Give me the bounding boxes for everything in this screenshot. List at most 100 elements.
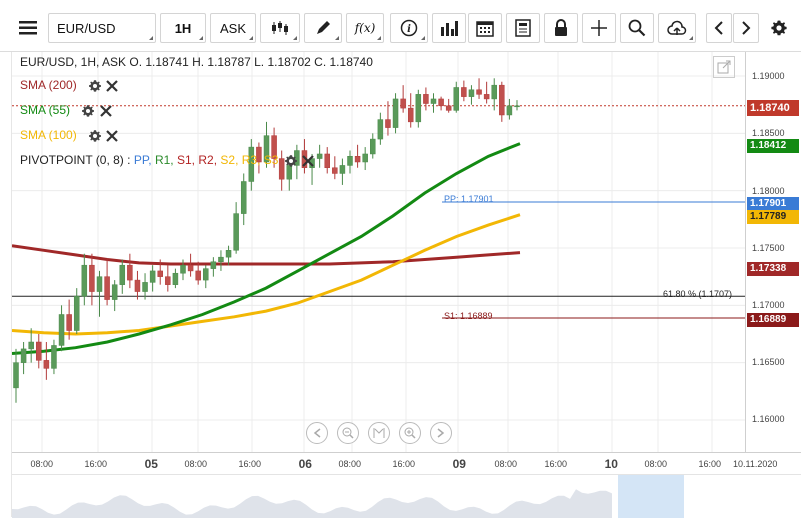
- symbol-label: EUR/USD: [57, 20, 116, 36]
- left-resize-strip[interactable]: [0, 52, 12, 517]
- gear-icon[interactable]: [81, 104, 95, 118]
- calendar-icon: [476, 21, 494, 37]
- gear-icon: [771, 20, 787, 36]
- navigator-chart[interactable]: [12, 475, 801, 518]
- crosshair-button[interactable]: [582, 13, 616, 43]
- external-window-icon: [717, 60, 731, 74]
- candle-body: [499, 84, 505, 116]
- price-type-selector[interactable]: ASK: [210, 13, 256, 43]
- candle-body: [36, 341, 42, 361]
- candle-body: [66, 314, 72, 331]
- pivot-colon: :: [127, 153, 134, 167]
- time-tick: 08:00: [494, 459, 518, 469]
- price-axis[interactable]: 1.19000 1.18500 1.18000 1.17500 1.17000 …: [745, 52, 801, 452]
- symbol-selector[interactable]: EUR/USD: [48, 13, 156, 43]
- calendar-button[interactable]: [468, 13, 502, 43]
- settings-button[interactable]: [765, 13, 793, 43]
- chart-type-button[interactable]: [260, 13, 300, 43]
- close-icon[interactable]: [105, 79, 119, 93]
- candle-body: [20, 348, 27, 363]
- time-axis[interactable]: 08:00 16:00 05 08:00 16:00 06 08:00 16:00 09 08:0…: [12, 452, 801, 474]
- candlestick-icon: [272, 21, 288, 35]
- candle-body: [385, 119, 391, 128]
- menu-button[interactable]: [12, 13, 44, 43]
- arrow-left-icon: [313, 428, 321, 438]
- navigator-window[interactable]: [618, 475, 684, 518]
- crosshair-icon: [591, 20, 607, 36]
- gear-icon[interactable]: [88, 129, 102, 143]
- s1-line-label: S1: 1.16889: [444, 311, 493, 321]
- price-tick: 1.16500: [752, 357, 785, 367]
- candle-body: [332, 167, 338, 174]
- lock-button[interactable]: [544, 13, 578, 43]
- price-chart[interactable]: [11, 52, 745, 452]
- candle-body: [149, 270, 156, 283]
- volume-button[interactable]: [432, 13, 466, 43]
- scroll-forward-button[interactable]: [430, 422, 452, 444]
- price-tick: 1.18500: [752, 128, 785, 138]
- candle-body: [423, 94, 429, 104]
- legend-sma200: SMA (200): [20, 78, 119, 93]
- candle-body: [407, 107, 414, 123]
- close-icon[interactable]: [105, 129, 119, 143]
- candle-body: [370, 138, 376, 155]
- sma100-label: SMA (100): [20, 128, 77, 142]
- gear-icon[interactable]: [284, 154, 298, 168]
- scroll-left-button[interactable]: [706, 13, 732, 43]
- popout-button[interactable]: [713, 56, 735, 78]
- pencil-icon: [317, 21, 330, 34]
- gear-icon[interactable]: [88, 79, 102, 93]
- reset-icon: [373, 428, 385, 438]
- time-tick: 08:00: [338, 459, 362, 469]
- zoom-button[interactable]: [620, 13, 654, 43]
- timeframe-label: 1H: [174, 20, 192, 36]
- candle-body: [43, 360, 50, 369]
- zoom-in-icon: [404, 427, 416, 439]
- sma55-price-tag: 1.18412: [747, 139, 799, 153]
- pivot-label: PIVOTPOINT (0, 8): [20, 153, 124, 167]
- time-tick: 08:00: [644, 459, 668, 469]
- close-icon[interactable]: [99, 104, 113, 118]
- info-button[interactable]: i: [390, 13, 428, 43]
- candle-body: [89, 264, 95, 292]
- timeframe-selector[interactable]: 1H: [160, 13, 206, 43]
- candle-body: [445, 105, 452, 111]
- candle-body: [233, 213, 239, 251]
- price-tick: 1.17000: [752, 300, 785, 310]
- candle-body: [104, 276, 110, 300]
- pivot-r2: R2,: [198, 153, 218, 167]
- candle-body: [392, 98, 399, 128]
- time-tick: 10.11.2020: [733, 459, 778, 469]
- candle-body: [180, 264, 186, 274]
- zoom-out-button[interactable]: [337, 422, 359, 444]
- cloud-upload-icon: [667, 20, 687, 35]
- candle-body: [483, 94, 490, 100]
- upload-button[interactable]: [658, 13, 696, 43]
- time-tick: 05: [144, 457, 158, 471]
- price-type-label: ASK: [219, 20, 246, 36]
- candle-body: [377, 119, 384, 140]
- candle-body: [73, 295, 80, 331]
- zoom-in-button[interactable]: [399, 422, 421, 444]
- chart-plot-area[interactable]: [11, 52, 745, 452]
- close-icon[interactable]: [301, 154, 315, 168]
- pivot-r1: R1,: [154, 153, 174, 167]
- scroll-right-button[interactable]: [733, 13, 759, 43]
- indicators-button[interactable]: f(x): [346, 13, 384, 43]
- legend-sma55: SMA (55): [20, 103, 113, 118]
- navigator-overview[interactable]: [12, 474, 801, 518]
- price-tick: 1.16000: [752, 414, 785, 424]
- ohlc-legend: EUR/USD, 1H, ASK O. 1.18741 H. 1.18787 L…: [20, 55, 373, 69]
- candle-body: [438, 98, 444, 107]
- reset-zoom-button[interactable]: [368, 422, 390, 444]
- time-tick: 16:00: [392, 459, 416, 469]
- draw-tool-button[interactable]: [304, 13, 342, 43]
- time-tick: 16:00: [84, 459, 108, 469]
- candle-body: [127, 264, 133, 281]
- candle-body: [218, 256, 224, 262]
- candle-body: [28, 341, 34, 350]
- candle-body: [461, 87, 467, 97]
- candle-body: [13, 362, 19, 389]
- news-button[interactable]: [506, 13, 540, 43]
- scroll-back-button[interactable]: [306, 422, 328, 444]
